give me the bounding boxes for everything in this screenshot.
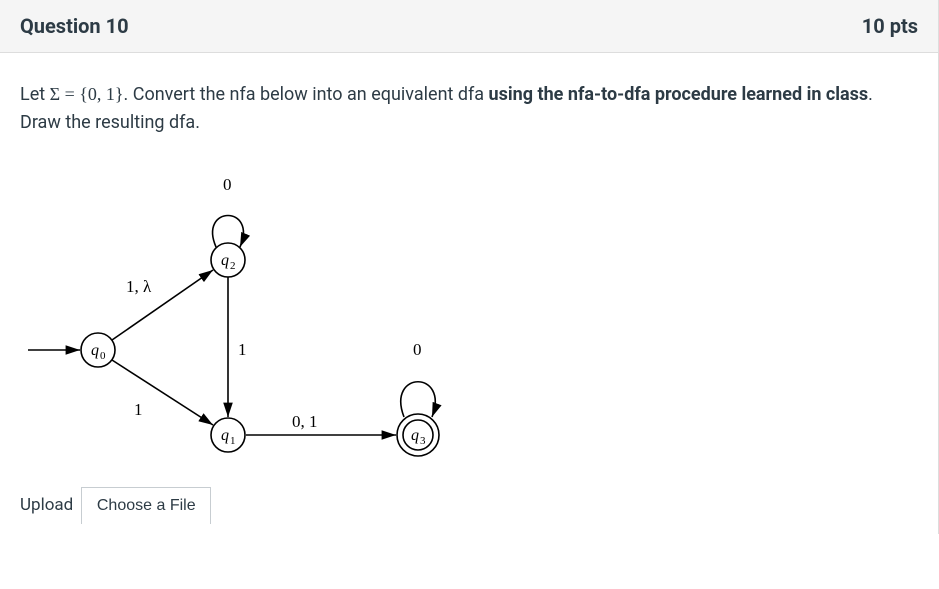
- state-q2: q 2: [211, 243, 245, 277]
- edge-q0-q1-label: 1: [134, 400, 143, 419]
- prompt-prefix: Let: [20, 84, 50, 105]
- edge-q0-q2-label: 1, λ: [126, 277, 152, 296]
- state-q1-label-base: q: [221, 427, 229, 444]
- choose-file-button[interactable]: Choose a File: [81, 487, 211, 524]
- prompt-mid: . Convert the nfa below into an equivale…: [124, 84, 489, 105]
- question-prompt: Let Σ = {0, 1}. Convert the nfa below in…: [20, 81, 918, 137]
- question-body: Let Σ = {0, 1}. Convert the nfa below in…: [0, 53, 939, 534]
- question-points: 10 pts: [862, 14, 918, 38]
- prompt-equation: Σ = {0, 1}: [50, 84, 124, 104]
- upload-label: Upload: [20, 487, 81, 524]
- state-q1-label-sub: 1: [230, 435, 236, 447]
- edge-q3-q3-label: 0: [413, 340, 422, 359]
- state-q3-label-base: q: [411, 427, 419, 444]
- question-title: Question 10: [20, 14, 129, 38]
- nfa-diagram: q 0 q 2 q 1 q 3: [18, 155, 918, 469]
- state-q0: q 0: [81, 333, 115, 367]
- state-q3-label-sub: 3: [420, 435, 426, 447]
- state-q0-label-sub: 0: [100, 350, 106, 362]
- prompt-bold: using the nfa-to-dfa procedure learned i…: [489, 84, 869, 105]
- edge-q1-q3-label: 0, 1: [292, 412, 318, 431]
- edge-q0-q1: [112, 360, 213, 425]
- question-header: Question 10 10 pts: [0, 0, 939, 53]
- state-q3: q 3: [397, 414, 439, 456]
- state-q1: q 1: [211, 418, 245, 452]
- state-q2-label-base: q: [221, 252, 229, 269]
- state-q0-label-base: q: [91, 342, 99, 359]
- state-q2-label-sub: 2: [230, 260, 236, 272]
- edge-q2-q2-label: 0: [223, 175, 232, 194]
- edge-q2-q1-label: 1: [238, 340, 247, 359]
- upload-row: Upload Choose a File: [20, 487, 918, 524]
- edge-q3-q3: [401, 382, 435, 417]
